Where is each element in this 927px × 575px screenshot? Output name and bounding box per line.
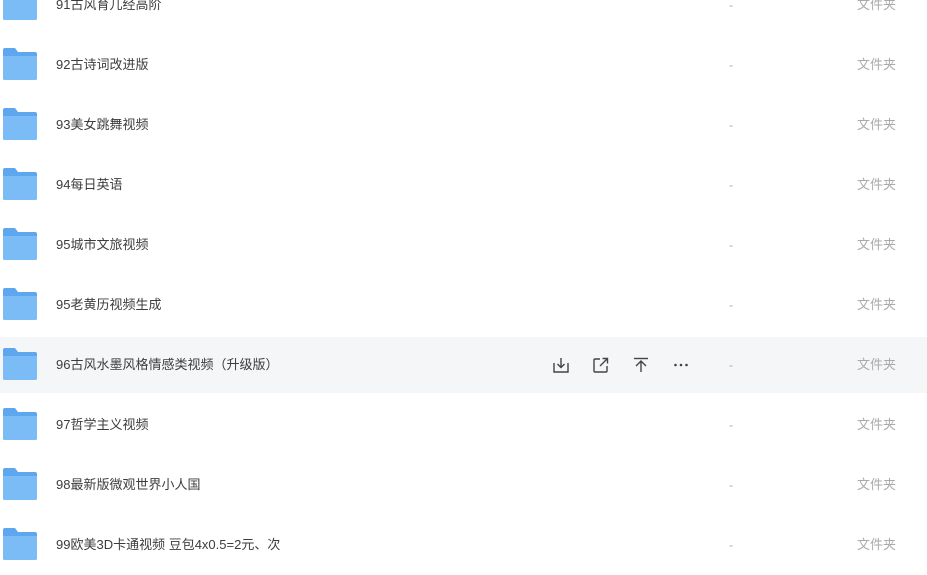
- more-icon[interactable]: [671, 355, 691, 375]
- row-actions: [551, 355, 691, 375]
- file-name[interactable]: 98最新版微观世界小人国: [56, 455, 200, 515]
- file-type: 文件夹: [857, 177, 897, 192]
- folder-icon: [3, 108, 37, 140]
- folder-icon: [3, 168, 37, 200]
- file-size: -: [729, 58, 733, 72]
- share-icon[interactable]: [591, 355, 611, 375]
- file-size: -: [729, 238, 733, 252]
- file-row[interactable]: 91古风育儿经高阶 - 文件夹: [0, 0, 927, 35]
- file-type: 文件夹: [857, 0, 897, 12]
- file-row[interactable]: 92古诗词改进版 - 文件夹: [0, 35, 927, 95]
- file-size: -: [729, 118, 733, 132]
- file-type: 文件夹: [857, 477, 897, 492]
- file-row[interactable]: 99欧美3D卡通视频 豆包4x0.5=2元、次 - 文件夹: [0, 515, 927, 575]
- file-row[interactable]: 95老黄历视频生成 - 文件夹: [0, 275, 927, 335]
- file-size: -: [729, 178, 733, 192]
- file-name[interactable]: 94每日英语: [56, 155, 122, 215]
- file-size: -: [729, 358, 733, 372]
- file-list: 91古风育儿经高阶 - 文件夹 92古诗词改进版 - 文件夹 93美女跳舞视频 …: [0, 0, 927, 575]
- file-size: -: [729, 0, 733, 12]
- folder-icon: [3, 348, 37, 380]
- file-type: 文件夹: [857, 237, 897, 252]
- file-size: -: [729, 298, 733, 312]
- file-type: 文件夹: [857, 57, 897, 72]
- file-row[interactable]: 95城市文旅视频 - 文件夹: [0, 215, 927, 275]
- folder-icon: [3, 0, 37, 20]
- file-size: -: [729, 418, 733, 432]
- file-name[interactable]: 95老黄历视频生成: [56, 275, 161, 335]
- file-type: 文件夹: [857, 357, 897, 372]
- folder-icon: [3, 408, 37, 440]
- folder-icon: [3, 288, 37, 320]
- folder-icon: [3, 48, 37, 80]
- folder-icon: [3, 528, 37, 560]
- folder-icon: [3, 468, 37, 500]
- file-row[interactable]: 93美女跳舞视频 - 文件夹: [0, 95, 927, 155]
- folder-icon: [3, 228, 37, 260]
- file-name[interactable]: 93美女跳舞视频: [56, 95, 148, 155]
- download-icon[interactable]: [551, 355, 571, 375]
- file-type: 文件夹: [857, 297, 897, 312]
- file-row[interactable]: 94每日英语 - 文件夹: [0, 155, 927, 215]
- file-type: 文件夹: [857, 417, 897, 432]
- file-name[interactable]: 96古风水墨风格情感类视频（升级版）: [56, 337, 278, 393]
- file-name[interactable]: 97哲学主义视频: [56, 395, 148, 455]
- file-row-hovered[interactable]: 96古风水墨风格情感类视频（升级版） - 文件夹: [0, 337, 927, 393]
- move-to-top-icon[interactable]: [631, 355, 651, 375]
- file-row[interactable]: 97哲学主义视频 - 文件夹: [0, 395, 927, 455]
- file-size: -: [729, 538, 733, 552]
- file-name[interactable]: 99欧美3D卡通视频 豆包4x0.5=2元、次: [56, 515, 280, 575]
- file-name[interactable]: 95城市文旅视频: [56, 215, 148, 275]
- file-type: 文件夹: [857, 117, 897, 132]
- file-size: -: [729, 478, 733, 492]
- file-name[interactable]: 91古风育儿经高阶: [56, 0, 161, 35]
- file-type: 文件夹: [857, 537, 897, 552]
- file-row[interactable]: 98最新版微观世界小人国 - 文件夹: [0, 455, 927, 515]
- file-name[interactable]: 92古诗词改进版: [56, 35, 148, 95]
